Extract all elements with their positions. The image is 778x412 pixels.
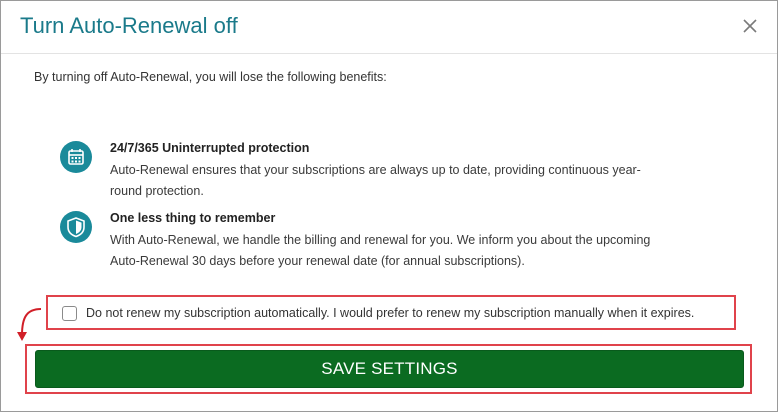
close-icon[interactable] xyxy=(739,15,761,37)
shield-check-icon xyxy=(60,211,92,243)
save-settings-button[interactable]: SAVE SETTINGS xyxy=(35,350,744,388)
benefit-title: 24/7/365 Uninterrupted protection xyxy=(110,141,310,155)
checkbox-label[interactable]: Do not renew my subscription automatical… xyxy=(86,306,694,320)
benefit-title: One less thing to remember xyxy=(110,211,276,225)
calendar-icon xyxy=(60,141,92,173)
checkbox-highlight: Do not renew my subscription automatical… xyxy=(46,295,736,330)
auto-renewal-dialog: Turn Auto-Renewal off By turning off Aut… xyxy=(0,0,778,412)
benefit-description: Auto-Renewal ensures that your subscript… xyxy=(110,163,641,198)
do-not-renew-checkbox[interactable] xyxy=(62,306,77,321)
button-highlight: SAVE SETTINGS xyxy=(25,344,752,394)
dialog-title: Turn Auto-Renewal off xyxy=(20,13,238,38)
dialog-header: Turn Auto-Renewal off xyxy=(1,1,777,54)
benefit-description: With Auto-Renewal, we handle the billing… xyxy=(110,233,651,268)
intro-text: By turning off Auto-Renewal, you will lo… xyxy=(34,70,387,84)
